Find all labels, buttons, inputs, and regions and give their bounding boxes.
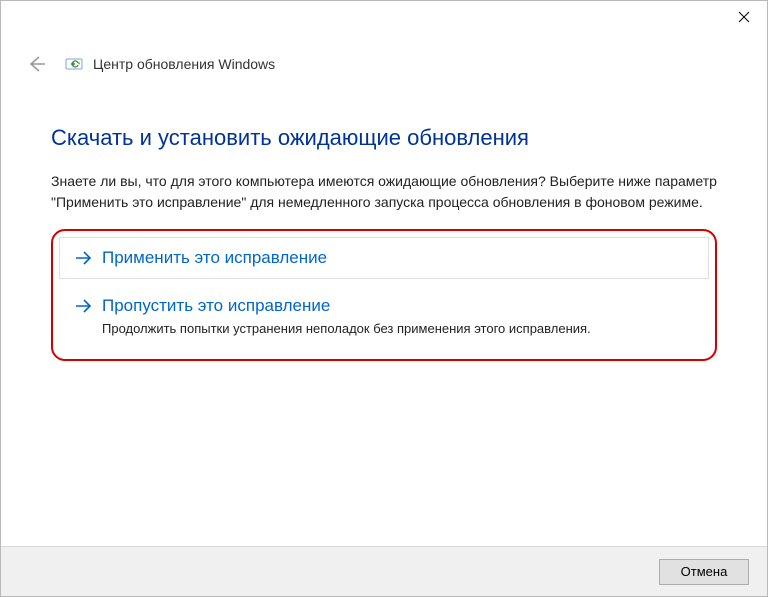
close-button[interactable] (721, 1, 767, 33)
page-heading: Скачать и установить ожидающие обновлени… (51, 125, 717, 151)
troubleshooter-window: Центр обновления Windows Скачать и устан… (0, 0, 768, 597)
cancel-button[interactable]: Отмена (659, 559, 749, 585)
titlebar (1, 1, 767, 37)
arrow-right-icon (74, 249, 92, 267)
windows-update-icon (65, 56, 85, 72)
close-icon (738, 11, 750, 23)
skip-fix-row: Пропустить это исправление (74, 296, 694, 316)
skip-fix-sublabel: Продолжить попытки устранения неполадок … (102, 320, 694, 338)
apply-fix-option[interactable]: Применить это исправление (59, 237, 709, 279)
header: Центр обновления Windows (1, 37, 767, 83)
skip-fix-label: Пропустить это исправление (102, 296, 330, 316)
apply-fix-label: Применить это исправление (102, 248, 327, 268)
arrow-right-icon (74, 297, 92, 315)
fix-options-group: Применить это исправление Пропустить это… (51, 229, 717, 361)
back-button[interactable] (25, 53, 47, 75)
app-title: Центр обновления Windows (93, 56, 275, 72)
page-description: Знаете ли вы, что для этого компьютера и… (51, 171, 717, 213)
back-arrow-icon (27, 55, 45, 73)
content: Скачать и установить ожидающие обновлени… (1, 83, 767, 361)
footer: Отмена (1, 546, 767, 596)
apply-fix-row: Применить это исправление (74, 248, 694, 268)
skip-fix-option[interactable]: Пропустить это исправление Продолжить по… (59, 285, 709, 349)
